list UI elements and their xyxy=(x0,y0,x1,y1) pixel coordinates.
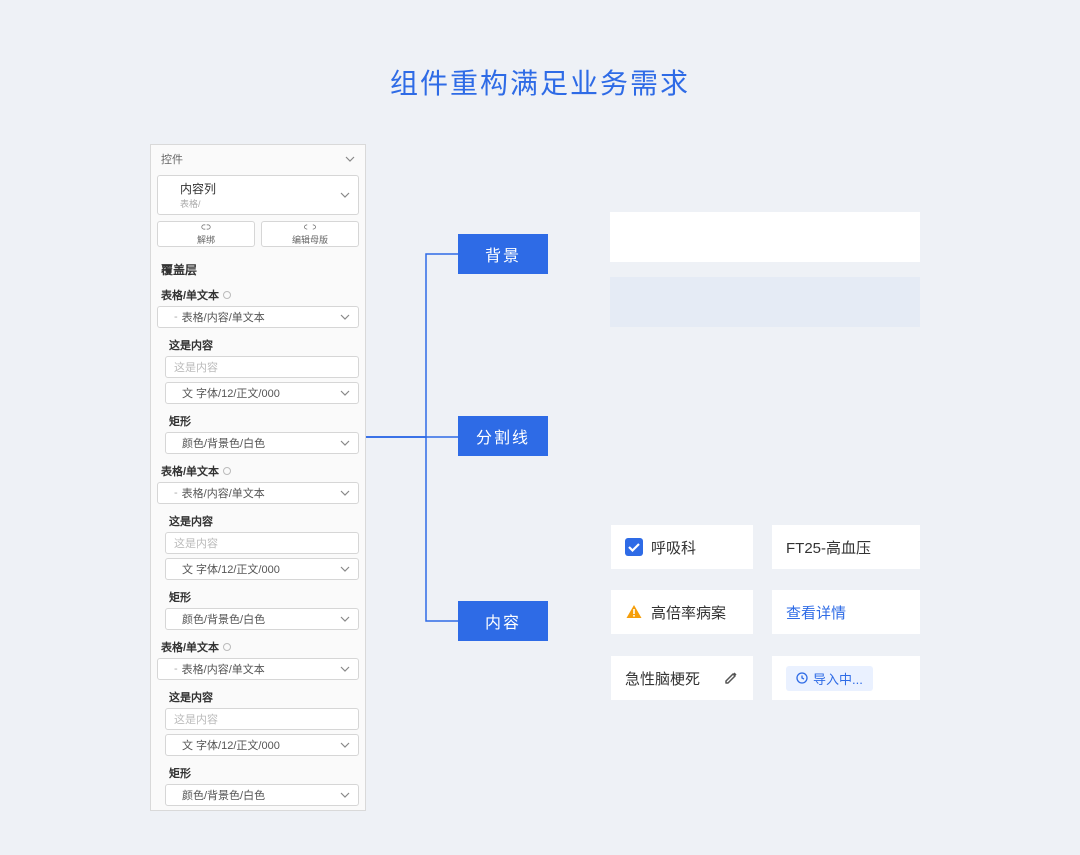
tag-import[interactable]: 导入中... xyxy=(772,656,920,700)
chevron-down-icon xyxy=(340,314,350,320)
warning-icon xyxy=(625,603,643,621)
link-icon xyxy=(223,467,231,475)
edit-icon xyxy=(723,670,739,686)
path-select-1[interactable]: - 表格/内容/单文本 xyxy=(157,306,359,328)
import-pill: 导入中... xyxy=(786,666,873,691)
checkbox-checked-icon xyxy=(625,538,643,556)
tag-rate-label: 高倍率病案 xyxy=(651,602,726,623)
content-input-2[interactable]: 这是内容 xyxy=(165,532,359,554)
unbind-icon xyxy=(199,222,213,232)
label-content: 内容 xyxy=(458,601,548,641)
font-select-3[interactable]: 文 字体/12/正文/000 xyxy=(165,734,359,756)
color-select-1[interactable]: 颜色/背景色/白色 xyxy=(165,432,359,454)
shape-label-1: 矩形 xyxy=(151,408,365,432)
inspector-panel: 控件 内容列 表格/ 解绑 编辑母版 覆盖层 表格/单文本 - 表格/内容/单文… xyxy=(150,144,366,811)
edit-master-button[interactable]: 编辑母版 xyxy=(261,221,359,247)
color-select-2[interactable]: 颜色/背景色/白色 xyxy=(165,608,359,630)
content-label-3: 这是内容 xyxy=(151,684,365,708)
tag-detail-label: 查看详情 xyxy=(786,602,846,623)
tag-ft25[interactable]: FT25-高血压 xyxy=(772,525,920,569)
chevron-down-icon xyxy=(340,666,350,672)
import-label: 导入中... xyxy=(813,669,863,688)
tag-rate[interactable]: 高倍率病案 xyxy=(611,590,753,634)
chevron-down-icon xyxy=(345,156,355,162)
chevron-down-icon xyxy=(340,566,350,572)
component-sub: 表格/ xyxy=(180,197,338,210)
font-select-2[interactable]: 文 字体/12/正文/000 xyxy=(165,558,359,580)
connector-lines xyxy=(366,144,466,794)
link-icon xyxy=(223,291,231,299)
content-input-1[interactable]: 这是内容 xyxy=(165,356,359,378)
page-title: 组件重构满足业务需求 xyxy=(0,0,1080,102)
tag-ft25-label: FT25-高血压 xyxy=(786,537,871,558)
chevron-down-icon xyxy=(340,742,350,748)
chevron-down-icon xyxy=(340,192,350,198)
tag-breath-label: 呼吸科 xyxy=(651,537,696,558)
chevron-down-icon xyxy=(340,616,350,622)
shape-label-3: 矩形 xyxy=(151,760,365,784)
chevron-down-icon xyxy=(340,390,350,396)
path-select-3[interactable]: - 表格/内容/单文本 xyxy=(157,658,359,680)
color-select-3[interactable]: 颜色/背景色/白色 xyxy=(165,784,359,806)
tag-breath[interactable]: 呼吸科 xyxy=(611,525,753,569)
clock-icon xyxy=(796,672,808,684)
inspector-header[interactable]: 控件 xyxy=(151,145,365,173)
group-label-3: 表格/单文本 xyxy=(151,634,365,658)
font-select-1[interactable]: 文 字体/12/正文/000 xyxy=(165,382,359,404)
preview-row-2 xyxy=(610,277,920,327)
content-label-1: 这是内容 xyxy=(151,332,365,356)
content-input-3[interactable]: 这是内容 xyxy=(165,708,359,730)
group-label-1: 表格/单文本 xyxy=(151,282,365,306)
label-divider: 分割线 xyxy=(458,416,548,456)
tag-brain-label: 急性脑梗死 xyxy=(625,668,700,689)
overlay-section-title: 覆盖层 xyxy=(151,255,365,282)
preview-row-1 xyxy=(610,212,920,262)
tag-brain[interactable]: 急性脑梗死 xyxy=(611,656,753,700)
label-background: 背景 xyxy=(458,234,548,274)
group-label-2: 表格/单文本 xyxy=(151,458,365,482)
link-icon xyxy=(223,643,231,651)
edit-master-icon xyxy=(303,222,317,232)
tag-detail[interactable]: 查看详情 xyxy=(772,590,920,634)
chevron-down-icon xyxy=(340,490,350,496)
edit-master-label: 编辑母版 xyxy=(292,233,328,246)
chevron-down-icon xyxy=(340,792,350,798)
unbind-label: 解绑 xyxy=(197,233,215,246)
component-selector[interactable]: 内容列 表格/ xyxy=(157,175,359,215)
unbind-button[interactable]: 解绑 xyxy=(157,221,255,247)
shape-label-2: 矩形 xyxy=(151,584,365,608)
inspector-header-label: 控件 xyxy=(161,151,183,167)
component-title: 内容列 xyxy=(180,180,338,197)
chevron-down-icon xyxy=(340,440,350,446)
content-label-2: 这是内容 xyxy=(151,508,365,532)
path-select-2[interactable]: - 表格/内容/单文本 xyxy=(157,482,359,504)
